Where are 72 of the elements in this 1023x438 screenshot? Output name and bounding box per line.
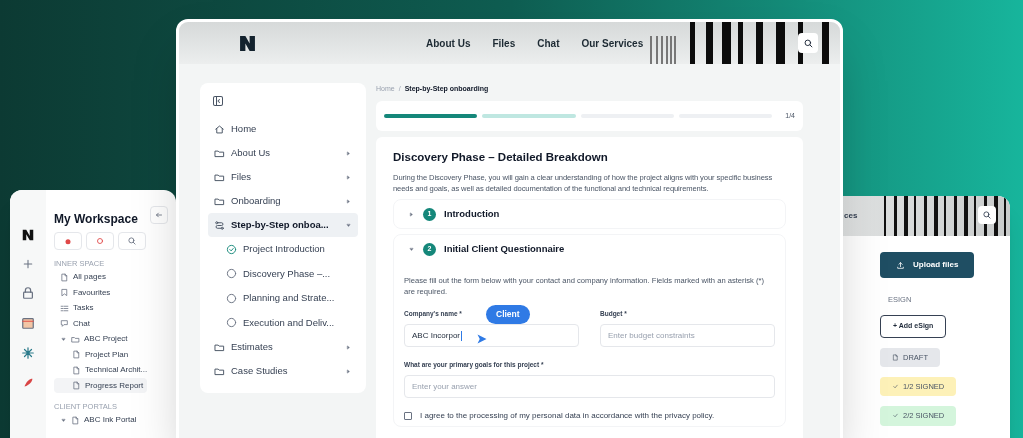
plus-icon <box>22 258 34 270</box>
logo-icon <box>239 34 256 52</box>
text-cursor <box>461 330 463 341</box>
sidebar-subitem[interactable]: Project Introduction <box>208 237 358 262</box>
checkbox[interactable] <box>404 412 412 420</box>
folder-icon <box>214 171 225 183</box>
section-title: Discovery Phase – Detailed Breakdown <box>393 150 609 165</box>
home-icon <box>214 123 225 135</box>
snowflake-icon <box>21 346 35 360</box>
folder-icon <box>71 334 80 344</box>
sidebar-item[interactable]: Estimates <box>208 335 358 359</box>
sidebar-item[interactable]: Case Studies <box>208 359 358 383</box>
notification-icon <box>95 236 105 246</box>
tree-item[interactable]: ABC Ink Portal <box>54 412 141 428</box>
logo-icon <box>21 228 35 242</box>
tasks-icon <box>60 303 69 313</box>
folder-icon <box>214 365 225 377</box>
check-icon <box>892 383 899 391</box>
tree-item[interactable]: Tasks <box>54 300 98 316</box>
nav-link[interactable]: Files <box>492 35 516 51</box>
search-icon <box>127 236 137 246</box>
page-icon <box>72 365 81 375</box>
tree-item[interactable]: All pages <box>54 269 110 285</box>
page-icon <box>892 353 899 361</box>
consent-text: I agree to the processing of my personal data in accordance with the privacy policy. <box>420 410 715 422</box>
tree-item[interactable]: Chat <box>54 315 94 332</box>
nav-link[interactable]: About Us <box>426 35 471 51</box>
sidebar-item[interactable]: Home <box>208 117 358 141</box>
nav-link[interactable]: Our Services <box>581 35 644 51</box>
cursor-tag: Client <box>486 305 530 324</box>
lock-icon <box>21 286 35 300</box>
pointer-icon <box>476 333 488 346</box>
nav-link[interactable]: Chat <box>537 35 560 51</box>
tree-item[interactable]: Favourites <box>54 284 115 301</box>
sidebar-item[interactable]: About Us <box>208 141 358 165</box>
toolbar-button[interactable] <box>54 232 82 250</box>
chat-icon <box>60 319 69 328</box>
tree-item[interactable]: Project Plan <box>54 346 133 363</box>
nav-link[interactable]: ces <box>844 210 858 222</box>
toolbar-button[interactable] <box>118 232 146 250</box>
tree-item[interactable]: Technical Archit... <box>54 362 152 378</box>
folder-icon <box>214 147 225 159</box>
sidebar-subitem[interactable]: Execution and Deliv... <box>208 310 358 335</box>
sidebar-subitem[interactable]: Discovery Phase –... <box>208 261 358 286</box>
sidebar-item[interactable]: Step-by-Step onboa... <box>208 213 358 237</box>
page-icon <box>72 350 81 359</box>
folder-icon <box>214 195 225 207</box>
sidebar-subitem[interactable]: Planning and Strate... <box>208 286 358 311</box>
page-icon <box>72 381 81 390</box>
star-icon <box>60 288 69 297</box>
page-icon <box>60 272 69 282</box>
upload-button[interactable]: Upload files <box>880 252 975 278</box>
workspace-title: My Workspace <box>54 211 138 228</box>
tree-item[interactable]: ABC Project <box>54 331 132 347</box>
input-field[interactable]: ABC Incorpor <box>404 324 579 348</box>
page-icon <box>71 415 80 425</box>
steps-icon <box>214 219 225 231</box>
search-button[interactable] <box>798 33 818 53</box>
back-icon <box>154 210 164 220</box>
calendar-icon <box>21 316 35 330</box>
collapse-icon <box>212 95 224 107</box>
upload-icon <box>896 260 905 270</box>
sidebar-item[interactable]: Onboarding <box>208 189 358 213</box>
check-icon <box>892 412 899 420</box>
sidebar-item[interactable]: Files <box>208 165 358 189</box>
search-button[interactable] <box>978 206 996 224</box>
folder-icon <box>214 341 225 353</box>
tree-item[interactable]: Progress Report <box>54 377 148 394</box>
search-icon <box>982 210 992 220</box>
search-icon <box>802 37 814 49</box>
alert-icon <box>63 236 73 246</box>
toolbar-button[interactable] <box>86 232 114 250</box>
